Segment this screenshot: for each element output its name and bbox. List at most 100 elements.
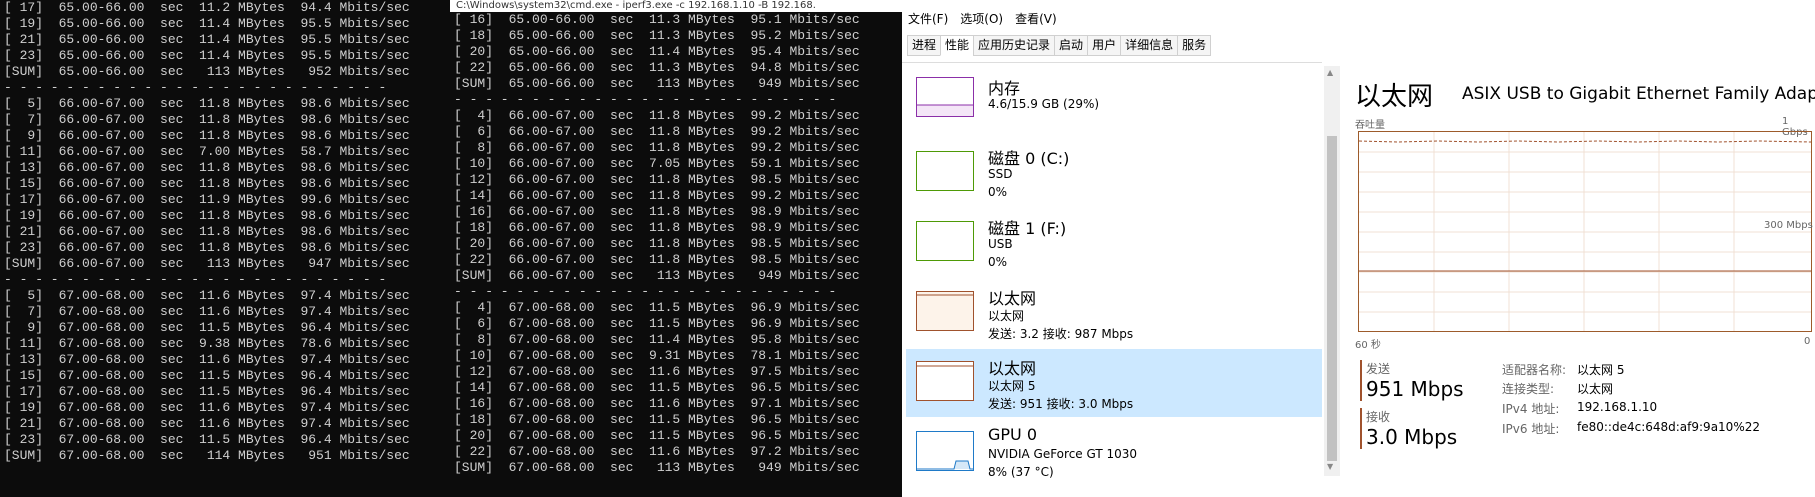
item-value: 发送: 3.2 接收: 987 Mbps (988, 327, 1134, 341)
menu-view[interactable]: 查看(V) (1015, 10, 1057, 27)
console-line: [ 18] 66.00-67.00 sec 11.8 MBytes 98.9 M… (454, 220, 860, 235)
cmd-window-1[interactable]: [ 17] 65.00-66.00 sec 11.2 MBytes 94.4 M… (0, 0, 450, 497)
console-line: [ 22] 65.00-66.00 sec 11.3 MBytes 94.8 M… (454, 60, 860, 75)
prop-key: IPv4 地址: (1502, 402, 1560, 416)
graph-label: 吞吐量 (1355, 120, 1385, 131)
prop-key: 适配器名称: (1502, 363, 1567, 377)
console-line: [ 16] 66.00-67.00 sec 11.8 MBytes 98.9 M… (454, 204, 860, 219)
console-line: [ 7] 66.00-67.00 sec 11.8 MBytes 98.6 Mb… (4, 112, 410, 127)
resource-item-gpu0[interactable]: GPU 0 NVIDIA GeForce GT 1030 8% (37 °C) (906, 419, 1322, 487)
console-line: [ 16] 67.00-68.00 sec 11.6 MBytes 97.1 M… (454, 396, 860, 411)
console-line: - - - - - - - - - - - - - - - - - - - - … (4, 272, 387, 287)
console-line: [ 9] 67.00-68.00 sec 11.5 MBytes 96.4 Mb… (4, 320, 410, 335)
console-line: [ 6] 67.00-68.00 sec 11.5 MBytes 96.9 Mb… (454, 316, 860, 331)
tab-services[interactable]: 服务 (1177, 35, 1212, 56)
console-line: - - - - - - - - - - - - - - - - - - - - … (4, 80, 387, 95)
console-line: [ 8] 67.00-68.00 sec 11.4 MBytes 95.8 Mb… (454, 332, 860, 347)
console-line: [ 18] 67.00-68.00 sec 11.5 MBytes 96.5 M… (454, 412, 860, 427)
console-line: [ 14] 66.00-67.00 sec 11.8 MBytes 99.2 M… (454, 188, 860, 203)
tab-users[interactable]: 用户 (1087, 35, 1122, 56)
item-sub: 以太网 5 (988, 379, 1036, 393)
resource-item-ethernet5[interactable]: 以太网 以太网 5 发送: 951 接收: 3.0 Mbps (906, 349, 1322, 417)
ethernet-thumbnail (916, 291, 974, 331)
recv-label: 接收 (1366, 410, 1391, 424)
resource-list-scrollbar[interactable]: ▲ ▼ (1324, 66, 1340, 476)
cmd2-titlebar[interactable]: C:\Windows\system32\cmd.exe - iperf3.exe… (450, 0, 902, 12)
console-line: [ 19] 66.00-67.00 sec 11.8 MBytes 98.6 M… (4, 208, 410, 223)
prop-key: IPv6 地址: (1502, 422, 1560, 436)
recv-value: 3.0 Mbps (1366, 425, 1458, 449)
console-line: [SUM] 67.00-68.00 sec 114 MBytes 951 Mbi… (4, 448, 410, 463)
tab-details[interactable]: 详细信息 (1120, 35, 1179, 56)
console-line: [SUM] 65.00-66.00 sec 113 MBytes 952 Mbi… (4, 64, 410, 79)
resource-item-disk1[interactable]: 磁盘 1 (F:) USB 0% (906, 209, 1322, 277)
prop-value: fe80::de4c:648d:af9:9a10%22 (1577, 420, 1760, 434)
item-value: 8% (37 °C) (988, 465, 1054, 479)
console-line: [ 22] 67.00-68.00 sec 11.6 MBytes 97.2 M… (454, 444, 860, 459)
console-line: [ 21] 67.00-68.00 sec 11.6 MBytes 97.4 M… (4, 416, 410, 431)
console-line: - - - - - - - - - - - - - - - - - - - - … (454, 92, 837, 107)
item-sub: 以太网 (988, 309, 1025, 323)
detail-pane: 以太网 ASIX USB to Gigabit Ethernet Family … (1352, 62, 1815, 497)
prop-key: 连接类型: (1502, 382, 1555, 396)
console-line: [ 9] 66.00-67.00 sec 11.8 MBytes 98.6 Mb… (4, 128, 410, 143)
scroll-down-icon[interactable]: ▼ (1327, 462, 1333, 471)
console-line: [ 6] 66.00-67.00 sec 11.8 MBytes 99.2 Mb… (454, 124, 860, 139)
console-line: [ 19] 67.00-68.00 sec 11.6 MBytes 97.4 M… (4, 400, 410, 415)
resource-item-memory[interactable]: 内存 4.6/15.9 GB (29%) (906, 69, 1322, 137)
cmd-window-2[interactable]: C:\Windows\system32\cmd.exe - iperf3.exe… (450, 0, 902, 497)
console-line: [ 23] 66.00-67.00 sec 11.8 MBytes 98.6 M… (4, 240, 410, 255)
tm-titlebar[interactable] (902, 0, 1815, 8)
console-line: [ 16] 65.00-66.00 sec 11.3 MBytes 95.1 M… (454, 12, 860, 27)
cmd2-output: [ 16] 65.00-66.00 sec 11.3 MBytes 95.1 M… (450, 12, 902, 476)
console-line: [ 21] 65.00-66.00 sec 11.4 MBytes 95.5 M… (4, 32, 410, 47)
item-name: 磁盘 0 (C:) (988, 149, 1070, 168)
tab-performance[interactable]: 性能 (940, 35, 975, 56)
prop-connection: 连接类型: 以太网 (1502, 380, 1613, 397)
item-name: 以太网 (988, 289, 1037, 308)
item-sub: NVIDIA GeForce GT 1030 (988, 447, 1138, 461)
tab-startup[interactable]: 启动 (1054, 35, 1089, 56)
tab-bar: 进程 性能 应用历史记录 启动 用户 详细信息 服务 (907, 35, 1212, 56)
item-name: 以太网 (988, 359, 1037, 378)
memory-thumbnail (916, 77, 974, 117)
console-line: [ 20] 67.00-68.00 sec 11.5 MBytes 96.5 M… (454, 428, 860, 443)
prop-ipv4: IPv4 地址: 192.168.1.10 (1502, 400, 1657, 417)
console-line: [ 12] 67.00-68.00 sec 11.6 MBytes 97.5 M… (454, 364, 860, 379)
console-line: [ 17] 66.00-67.00 sec 11.9 MBytes 99.6 M… (4, 192, 410, 207)
console-line: [ 18] 65.00-66.00 sec 11.3 MBytes 95.2 M… (454, 28, 860, 43)
send-value: 951 Mbps (1366, 377, 1464, 401)
scroll-up-icon[interactable]: ▲ (1327, 68, 1333, 77)
console-line: [ 10] 67.00-68.00 sec 9.31 MBytes 78.1 M… (454, 348, 860, 363)
tab-processes[interactable]: 进程 (907, 35, 942, 56)
item-name: 内存 (988, 79, 1021, 98)
console-line: [ 14] 67.00-68.00 sec 11.5 MBytes 96.5 M… (454, 380, 860, 395)
menu-options[interactable]: 选项(O) (960, 10, 1003, 27)
console-line: [ 7] 67.00-68.00 sec 11.6 MBytes 97.4 Mb… (4, 304, 410, 319)
console-line: [ 23] 67.00-68.00 sec 11.5 MBytes 96.4 M… (4, 432, 410, 447)
cmd1-output: [ 17] 65.00-66.00 sec 11.2 MBytes 94.4 M… (0, 0, 450, 464)
console-line: [ 19] 65.00-66.00 sec 11.4 MBytes 95.5 M… (4, 16, 410, 31)
item-value: 发送: 951 接收: 3.0 Mbps (988, 397, 1134, 411)
console-line: [ 8] 66.00-67.00 sec 11.8 MBytes 99.2 Mb… (454, 140, 860, 155)
disk0-thumbnail (916, 151, 974, 191)
console-line: [ 5] 66.00-67.00 sec 11.8 MBytes 98.6 Mb… (4, 96, 410, 111)
resource-item-disk0[interactable]: 磁盘 0 (C:) SSD 0% (906, 139, 1322, 207)
scroll-thumb[interactable] (1327, 136, 1337, 461)
tab-app-history[interactable]: 应用历史记录 (973, 35, 1056, 56)
console-line: - - - - - - - - - - - - - - - - - - - - … (454, 284, 837, 299)
graph-mid-label: 300 Mbps (1764, 220, 1813, 231)
prop-ipv6: IPv6 地址: fe80::de4c:648d:af9:9a10%22 (1502, 420, 1760, 437)
item-sub: 4.6/15.9 GB (29%) (988, 97, 1100, 111)
console-line: [SUM] 67.00-68.00 sec 113 MBytes 949 Mbi… (454, 460, 860, 475)
menu-file[interactable]: 文件(F) (908, 10, 948, 27)
throughput-graph (1358, 131, 1812, 332)
send-stat: 发送 951 Mbps (1360, 360, 1464, 401)
item-sub: SSD (988, 167, 1013, 181)
resource-item-ethernet[interactable]: 以太网 以太网 发送: 3.2 接收: 987 Mbps (906, 279, 1322, 347)
console-line: [ 17] 65.00-66.00 sec 11.2 MBytes 94.4 M… (4, 0, 410, 15)
console-line: [ 23] 65.00-66.00 sec 11.4 MBytes 95.5 M… (4, 48, 410, 63)
task-manager-window[interactable]: 文件(F) 选项(O) 查看(V) 进程 性能 应用历史记录 启动 用户 详细信… (902, 0, 1815, 497)
prop-adapter: 适配器名称: 以太网 5 (1502, 361, 1624, 378)
item-name: GPU 0 (988, 425, 1038, 444)
